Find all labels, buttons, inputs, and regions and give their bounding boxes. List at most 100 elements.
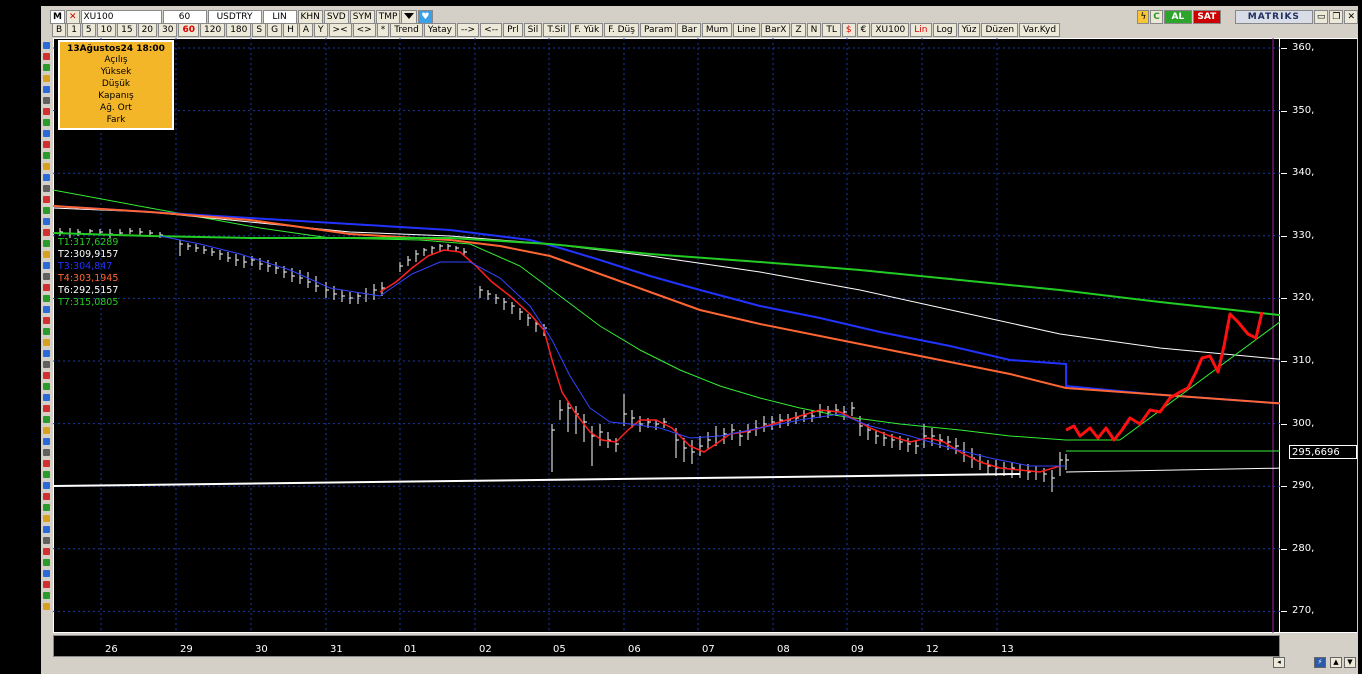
period-toolbar-item[interactable]: Z bbox=[791, 23, 806, 37]
twitter-bird-icon[interactable]: ♥ bbox=[418, 9, 433, 24]
period-toolbar-item[interactable]: 1 bbox=[67, 23, 81, 37]
period-toolbar-item[interactable]: BarX bbox=[760, 23, 791, 37]
sidebar-tool-icon[interactable] bbox=[43, 141, 50, 148]
minimize-icon[interactable]: ▭ bbox=[1313, 9, 1329, 24]
period-toolbar-item[interactable]: F. Düş bbox=[604, 23, 639, 37]
sidebar-tool-icon[interactable] bbox=[43, 108, 50, 115]
period-toolbar-item[interactable]: Lin bbox=[910, 23, 932, 37]
scroll-up-icon[interactable]: ▲ bbox=[1330, 657, 1342, 668]
sidebar-tool-icon[interactable] bbox=[43, 361, 50, 368]
sidebar-tool-icon[interactable] bbox=[43, 438, 50, 445]
sidebar-tool-icon[interactable] bbox=[43, 64, 50, 71]
logo-icon[interactable]: M bbox=[50, 9, 65, 24]
sidebar-tool-icon[interactable] bbox=[43, 53, 50, 60]
period-toolbar-item[interactable]: 180 bbox=[226, 23, 252, 37]
sidebar-tool-icon[interactable] bbox=[43, 350, 50, 357]
sidebar-tool-icon[interactable] bbox=[43, 416, 50, 423]
symbol-cross-icon[interactable]: ✕ bbox=[65, 9, 80, 24]
period-toolbar-item[interactable]: 120 bbox=[200, 23, 226, 37]
sidebar-tool-icon[interactable] bbox=[43, 339, 50, 346]
restore-icon[interactable]: ❐ bbox=[1329, 9, 1344, 24]
period-toolbar-item[interactable]: Sil bbox=[523, 23, 543, 37]
period-toolbar-item[interactable]: G bbox=[267, 23, 283, 37]
sidebar-tool-icon[interactable] bbox=[43, 75, 50, 82]
period-toolbar-item[interactable]: 20 bbox=[137, 23, 158, 37]
period-field[interactable]: 60 bbox=[162, 9, 207, 24]
sidebar-tool-icon[interactable] bbox=[43, 405, 50, 412]
sidebar-tool-icon[interactable] bbox=[43, 383, 50, 390]
sidebar-tool-icon[interactable] bbox=[43, 42, 50, 49]
period-toolbar-item[interactable]: 10 bbox=[96, 23, 117, 37]
scale-field[interactable]: LIN bbox=[262, 9, 297, 24]
sidebar-tool-icon[interactable] bbox=[43, 592, 50, 599]
period-toolbar-item[interactable]: N bbox=[806, 23, 822, 37]
period-toolbar-item[interactable]: B bbox=[52, 23, 67, 37]
period-toolbar-item[interactable]: 60 bbox=[178, 23, 199, 37]
period-toolbar-item[interactable]: Y bbox=[314, 23, 328, 37]
sidebar-tool-icon[interactable] bbox=[43, 460, 50, 467]
sidebar-tool-icon[interactable] bbox=[43, 130, 50, 137]
sidebar-tool-icon[interactable] bbox=[43, 284, 50, 291]
sidebar-tool-icon[interactable] bbox=[43, 97, 50, 104]
sidebar-tool-icon[interactable] bbox=[43, 163, 50, 170]
period-toolbar-item[interactable]: 30 bbox=[158, 23, 178, 37]
sidebar-tool-icon[interactable] bbox=[43, 427, 50, 434]
period-toolbar-item[interactable]: Mum bbox=[701, 23, 733, 37]
scroll-left-button[interactable]: ◂ bbox=[1273, 657, 1285, 668]
sidebar-tool-icon[interactable] bbox=[43, 86, 50, 93]
sidebar-tool-icon[interactable] bbox=[43, 372, 50, 379]
sidebar-tool-icon[interactable] bbox=[43, 482, 50, 489]
period-toolbar-item[interactable]: * bbox=[376, 23, 390, 37]
sidebar-tool-icon[interactable] bbox=[43, 262, 50, 269]
sidebar-tool-icon[interactable] bbox=[43, 526, 50, 533]
tmp-button[interactable]: TMP bbox=[375, 9, 401, 24]
sym-button[interactable]: SYM bbox=[349, 9, 375, 24]
sidebar-tool-icon[interactable] bbox=[43, 196, 50, 203]
period-toolbar-item[interactable]: Line bbox=[733, 23, 760, 37]
period-toolbar-item[interactable]: Param bbox=[639, 23, 677, 37]
sidebar-tool-icon[interactable] bbox=[43, 537, 50, 544]
period-toolbar-item[interactable]: <-- bbox=[480, 23, 503, 37]
sidebar-tool-icon[interactable] bbox=[43, 174, 50, 181]
period-toolbar-item[interactable]: F. Yük bbox=[570, 23, 604, 37]
sidebar-tool-icon[interactable] bbox=[43, 328, 50, 335]
sidebar-tool-icon[interactable] bbox=[43, 471, 50, 478]
period-toolbar-item[interactable]: XU100 bbox=[871, 23, 910, 37]
sidebar-tool-icon[interactable] bbox=[43, 317, 50, 324]
sidebar-tool-icon[interactable] bbox=[43, 119, 50, 126]
period-toolbar-item[interactable]: Düzen bbox=[981, 23, 1019, 37]
svd-button[interactable]: SVD bbox=[323, 9, 349, 24]
period-toolbar-item[interactable]: Yüz bbox=[957, 23, 981, 37]
bottom-scroll-bar[interactable] bbox=[53, 657, 1357, 668]
dropdown-arrow-icon[interactable] bbox=[401, 9, 418, 24]
sidebar-tool-icon[interactable] bbox=[43, 581, 50, 588]
sidebar-tool-icon[interactable] bbox=[43, 185, 50, 192]
sidebar-tool-icon[interactable] bbox=[43, 240, 50, 247]
currency-field[interactable]: USDTRY bbox=[207, 9, 262, 24]
buy-button[interactable]: AL bbox=[1163, 9, 1192, 24]
sidebar-tool-icon[interactable] bbox=[43, 251, 50, 258]
sidebar-tool-icon[interactable] bbox=[43, 394, 50, 401]
period-toolbar-item[interactable]: Var.Kyd bbox=[1019, 23, 1061, 37]
lightning-icon[interactable]: ϟ bbox=[1137, 9, 1150, 24]
period-toolbar-item[interactable]: € bbox=[856, 23, 871, 37]
sidebar-tool-icon[interactable] bbox=[43, 570, 50, 577]
period-toolbar-item[interactable]: Yatay bbox=[423, 23, 457, 37]
refresh-icon[interactable]: C bbox=[1150, 9, 1163, 24]
sell-button[interactable]: SAT bbox=[1192, 9, 1221, 24]
period-toolbar-item[interactable]: S bbox=[252, 23, 267, 37]
period-toolbar-item[interactable]: 5 bbox=[81, 23, 96, 37]
sidebar-tool-icon[interactable] bbox=[43, 504, 50, 511]
sidebar-tool-icon[interactable] bbox=[43, 493, 50, 500]
sidebar-tool-icon[interactable] bbox=[43, 515, 50, 522]
sidebar-tool-icon[interactable] bbox=[43, 273, 50, 280]
period-toolbar-item[interactable]: T.Sil bbox=[543, 23, 570, 37]
sidebar-tool-icon[interactable] bbox=[43, 449, 50, 456]
sidebar-tool-icon[interactable] bbox=[43, 306, 50, 313]
period-toolbar-item[interactable]: Log bbox=[932, 23, 957, 37]
khn-button[interactable]: KHN bbox=[297, 9, 323, 24]
zoom-icon[interactable]: ⚡ bbox=[1314, 657, 1326, 668]
period-toolbar-item[interactable]: A bbox=[298, 23, 314, 37]
period-toolbar-item[interactable]: H bbox=[283, 23, 298, 37]
sidebar-tool-icon[interactable] bbox=[43, 295, 50, 302]
